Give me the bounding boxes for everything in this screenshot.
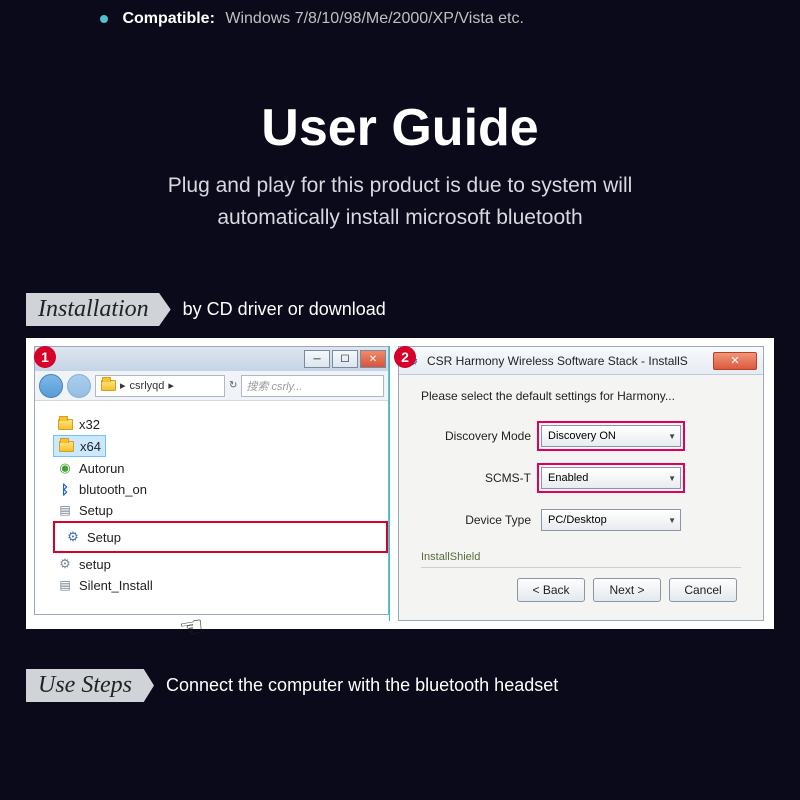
forward-button[interactable] xyxy=(67,374,91,398)
file-label: x32 xyxy=(79,417,100,432)
dialog-title: CSR Harmony Wireless Software Stack - In… xyxy=(427,354,688,368)
label-device-type: Device Type xyxy=(421,513,531,527)
panel-installer: 2 ⚙ CSR Harmony Wireless Software Stack … xyxy=(389,346,764,621)
file-label: setup xyxy=(79,557,111,572)
fieldset-label: InstallShield xyxy=(421,551,741,563)
label-scms-t: SCMS-T xyxy=(421,471,531,485)
file-list: x32 x64 ◉ Autorun ᛒ blutooth_on ▤ Setup ⚙ Se… xyxy=(35,401,388,614)
label-discovery-mode: Discovery Mode xyxy=(421,429,531,443)
file-item-autorun[interactable]: ◉ Autorun xyxy=(53,458,129,478)
setup-highlight: ⚙ Setup xyxy=(53,521,388,553)
gear-icon: ⚙ xyxy=(57,556,73,572)
select-scms-t[interactable]: Enabled xyxy=(541,467,681,489)
installation-tag: Installation xyxy=(26,293,171,326)
file-item-bluetooth[interactable]: ᛒ blutooth_on xyxy=(53,479,151,499)
close-button[interactable]: ✕ xyxy=(360,350,386,368)
page-subtitle: Plug and play for this product is due to… xyxy=(0,170,800,233)
file-label: x64 xyxy=(80,439,101,454)
back-button[interactable] xyxy=(39,374,63,398)
dialog-message: Please select the default settings for H… xyxy=(421,389,741,403)
config-icon: ▤ xyxy=(57,502,73,518)
compatibility-row: Compatible: Windows 7/8/10/98/Me/2000/XP… xyxy=(0,0,800,28)
path-breadcrumb[interactable]: ▸ csrlyqd ▸ xyxy=(95,375,225,397)
folder-icon xyxy=(58,438,74,454)
compat-text: Windows 7/8/10/98/Me/2000/XP/Vista etc. xyxy=(225,10,524,27)
back-button[interactable]: < Back xyxy=(517,578,585,602)
path-folder: csrlyqd xyxy=(130,380,165,392)
file-label: Setup xyxy=(79,503,113,518)
file-item-setup-cfg[interactable]: ▤ Setup xyxy=(53,500,117,520)
folder-icon xyxy=(57,416,73,432)
file-item-setup-ini[interactable]: ⚙ setup xyxy=(53,554,115,574)
disc-icon: ◉ xyxy=(57,460,73,476)
file-label: Silent_Install xyxy=(79,578,153,593)
page-title: User Guide xyxy=(0,98,800,158)
step-badge-1: 1 xyxy=(34,346,56,368)
cursor-icon xyxy=(176,609,206,646)
panel-explorer: 1 ─ ☐ ✕ ▸ csrlyqd ▸ ↻ 搜 xyxy=(34,346,389,621)
close-button[interactable]: ✕ xyxy=(713,352,757,370)
dialog-titlebar: ⚙ CSR Harmony Wireless Software Stack - … xyxy=(399,347,763,375)
select-device-type[interactable]: PC/Desktop xyxy=(541,509,681,531)
installer-icon: ⚙ xyxy=(65,529,81,545)
screenshot-panels: 1 ─ ☐ ✕ ▸ csrlyqd ▸ ↻ 搜 xyxy=(26,338,774,629)
file-label: Autorun xyxy=(79,461,125,476)
step-badge-2: 2 xyxy=(394,346,416,368)
usesteps-tag: Use Steps xyxy=(26,669,154,702)
window-titlebar: ─ ☐ ✕ xyxy=(35,347,388,371)
minimize-button[interactable]: ─ xyxy=(304,350,330,368)
bullet-dot xyxy=(100,15,108,23)
cancel-button[interactable]: Cancel xyxy=(669,578,737,602)
bluetooth-icon: ᛒ xyxy=(57,481,73,497)
search-input[interactable]: 搜索 csrly... xyxy=(241,375,384,397)
file-item-silent[interactable]: ▤ Silent_Install xyxy=(53,575,157,595)
usesteps-subtext: Connect the computer with the bluetooth … xyxy=(166,675,558,696)
compat-label: Compatible: xyxy=(122,10,214,27)
batch-icon: ▤ xyxy=(57,577,73,593)
file-item-setup-exe[interactable]: ⚙ Setup xyxy=(61,527,125,547)
maximize-button[interactable]: ☐ xyxy=(332,350,358,368)
file-item-x64[interactable]: x64 xyxy=(53,435,106,457)
file-label: Setup xyxy=(87,530,121,545)
next-button[interactable]: Next > xyxy=(593,578,661,602)
file-item-x32[interactable]: x32 xyxy=(53,414,104,434)
refresh-icon[interactable]: ↻ xyxy=(229,380,237,391)
installation-subtext: by CD driver or download xyxy=(183,299,386,320)
select-discovery-mode[interactable]: Discovery ON xyxy=(541,425,681,447)
file-label: blutooth_on xyxy=(79,482,147,497)
folder-icon xyxy=(100,378,116,394)
